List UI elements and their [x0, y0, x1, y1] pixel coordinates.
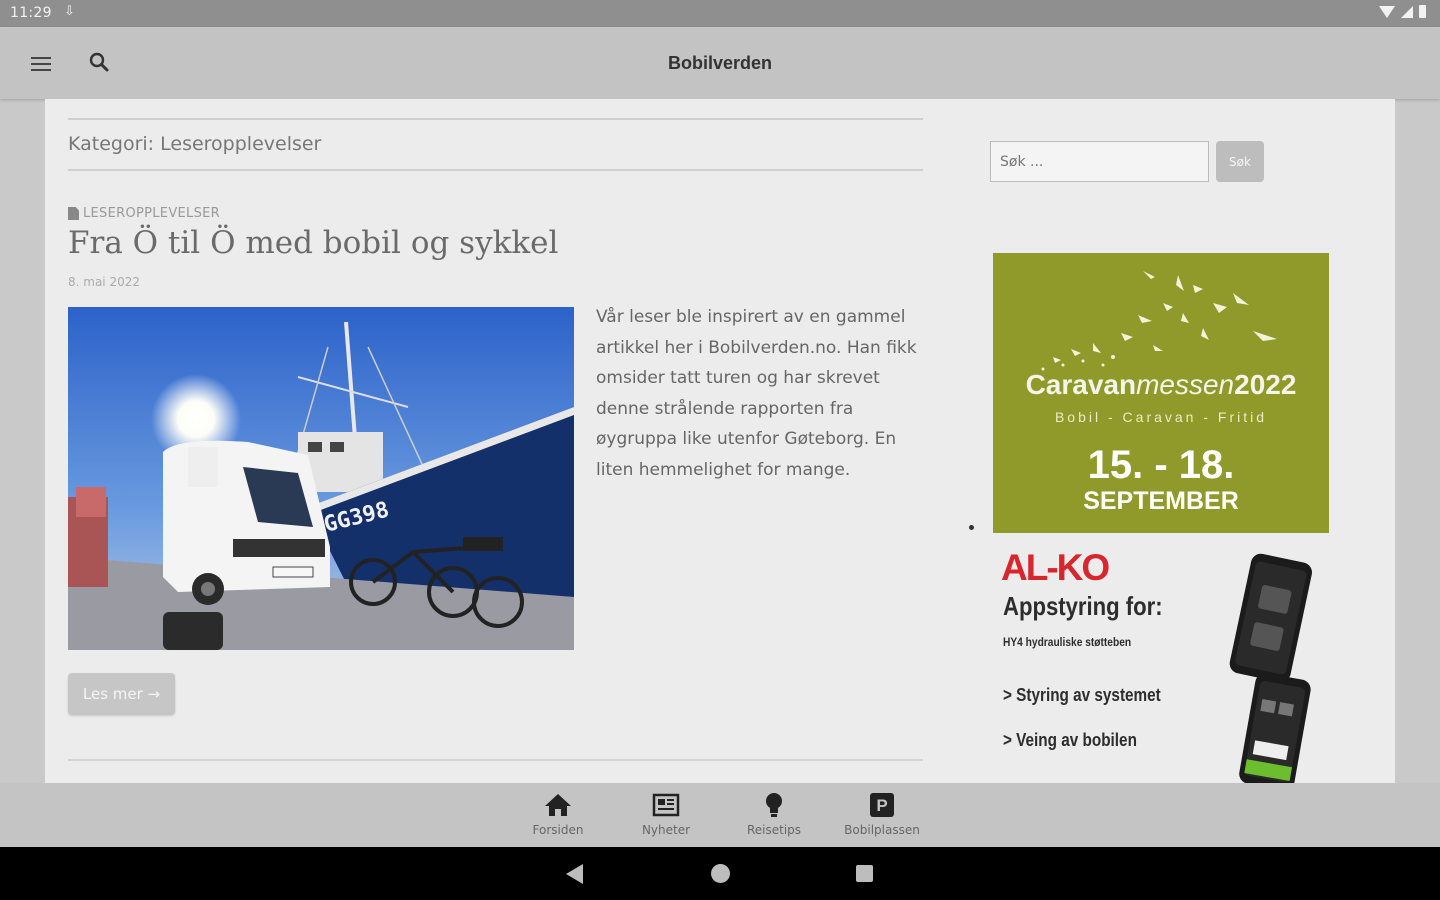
bullet-dot [969, 525, 974, 530]
alko-subline: HY4 hydrauliske støtteben [1003, 635, 1132, 649]
phone-mockup [1229, 553, 1312, 783]
newspaper-icon [616, 790, 716, 820]
document-icon [68, 207, 79, 220]
recent-apps-icon[interactable] [856, 865, 873, 882]
bottom-navigation: Forsiden Nyheter Reisetips P Bobilplasse… [0, 783, 1440, 847]
ad-brand-light: messen [1136, 369, 1235, 400]
post-category[interactable]: LESEROPPLEVELSER [68, 206, 220, 221]
alko-logo: AL-KO [1001, 547, 1110, 588]
post-image[interactable]: GG398 [68, 307, 574, 650]
app-bar: Bobilverden [0, 27, 1440, 99]
nav-item-forsiden[interactable]: Forsiden [508, 790, 608, 844]
status-bar: 11:29 ⇩ [0, 0, 1440, 27]
nav-label: Forsiden [532, 823, 584, 837]
post-date: 8. mai 2022 [68, 275, 140, 289]
home-button-icon[interactable] [711, 864, 730, 883]
page-content: Kategori: Leseropplevelser LESEROPPLEVEL… [45, 99, 1395, 783]
nav-item-reisetips[interactable]: Reisetips [724, 790, 824, 844]
ad-subtitle: Bobil - Caravan - Fritid [1054, 409, 1268, 425]
divider [68, 759, 923, 761]
post-title[interactable]: Fra Ö til Ö med bobil og sykkel [68, 225, 558, 261]
alko-bullet-1: > Styring av systemet [1003, 685, 1161, 705]
status-time: 11:29 [10, 5, 52, 21]
nav-item-nyheter[interactable]: Nyheter [616, 790, 716, 844]
home-icon [508, 790, 608, 820]
signal-icon [1401, 5, 1413, 18]
search-input[interactable] [990, 141, 1209, 182]
ad-caravanmessen[interactable]: Caravanmessen2022 Bobil - Caravan - Frit… [993, 253, 1329, 533]
download-icon: ⇩ [64, 4, 75, 19]
lightbulb-icon [724, 790, 824, 820]
category-title: Kategori: Leseropplevelser [68, 133, 322, 155]
nav-label: Nyheter [641, 823, 691, 837]
wifi-icon [1379, 5, 1395, 18]
parking-icon: P [832, 790, 932, 820]
category-header: Kategori: Leseropplevelser [68, 118, 923, 171]
nav-item-bobilplassen[interactable]: P Bobilplassen [832, 790, 932, 844]
nav-label: Reisetips [746, 823, 802, 837]
status-icons [1379, 5, 1426, 18]
system-navigation-bar [0, 847, 1440, 900]
alko-bullet-2: > Veing av bobilen [1003, 730, 1137, 750]
birds-graphic [1041, 271, 1277, 371]
ad-brand: Caravanmessen2022 [993, 369, 1329, 401]
post-category-label[interactable]: LESEROPPLEVELSER [83, 206, 220, 221]
ad-month: SEPTEMBER [1083, 487, 1239, 515]
ad-brand-bold: Caravan [1025, 369, 1137, 400]
svg-text:P: P [876, 796, 887, 815]
back-icon[interactable] [566, 864, 583, 884]
ad-dates: 15. - 18. [1087, 443, 1235, 487]
read-more-button[interactable]: Les mer → [68, 673, 175, 715]
search-button[interactable]: Søk [1216, 141, 1264, 182]
alko-headline: Appstyring for: [1003, 591, 1163, 621]
battery-icon [1419, 5, 1426, 18]
nav-label: Bobilplassen [844, 823, 920, 837]
ad-alko[interactable]: AL-KO Appstyring for: HY4 hydrauliske st… [993, 547, 1333, 783]
app-title: Bobilverden [667, 53, 773, 73]
ad-brand-year: 2022 [1234, 369, 1297, 400]
post-excerpt: Vår leser ble inspirert av en gammel art… [596, 307, 917, 480]
